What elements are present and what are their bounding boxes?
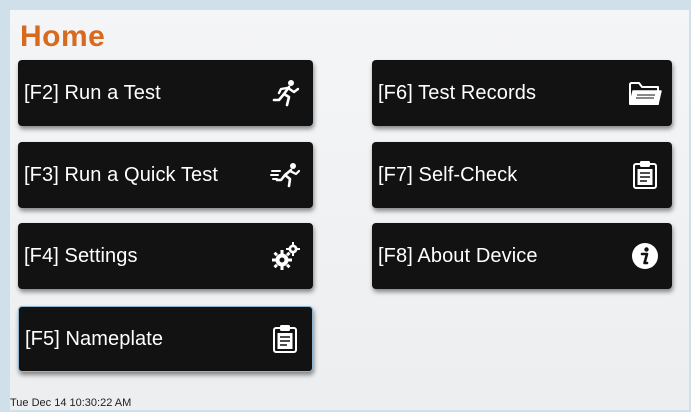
nameplate-button[interactable]: [F5] Nameplate <box>18 306 313 372</box>
settings-label: [F4] Settings <box>24 244 138 267</box>
self-check-button[interactable]: [F7] Self-Check <box>372 142 672 208</box>
nameplate-label: [F5] Nameplate <box>25 327 164 350</box>
folder-icon <box>628 76 662 110</box>
self-check-label: [F7] Self-Check <box>378 163 518 186</box>
test-records-button[interactable]: [F6] Test Records <box>372 60 672 126</box>
run-quick-test-label: [F3] Run a Quick Test <box>24 163 219 186</box>
home-screen: Home [F2] Run a Test [F3] Run a Quick Te… <box>10 10 689 410</box>
status-datetime: Tue Dec 14 10:30:22 AM <box>10 397 132 409</box>
about-device-button[interactable]: [F8] About Device <box>372 223 672 289</box>
clipboard-icon <box>268 322 302 356</box>
settings-button[interactable]: [F4] Settings <box>18 223 313 289</box>
test-records-label: [F6] Test Records <box>378 81 537 104</box>
clipboard-icon <box>628 158 662 192</box>
sprinting-person-icon <box>269 158 303 192</box>
run-quick-test-button[interactable]: [F3] Run a Quick Test <box>18 142 313 208</box>
page-title: Home <box>20 20 106 53</box>
about-device-label: [F8] About Device <box>378 244 538 267</box>
run-test-label: [F2] Run a Test <box>24 81 161 104</box>
info-icon <box>628 239 662 273</box>
running-person-icon <box>269 76 303 110</box>
gears-icon <box>269 239 303 273</box>
run-test-button[interactable]: [F2] Run a Test <box>18 60 313 126</box>
